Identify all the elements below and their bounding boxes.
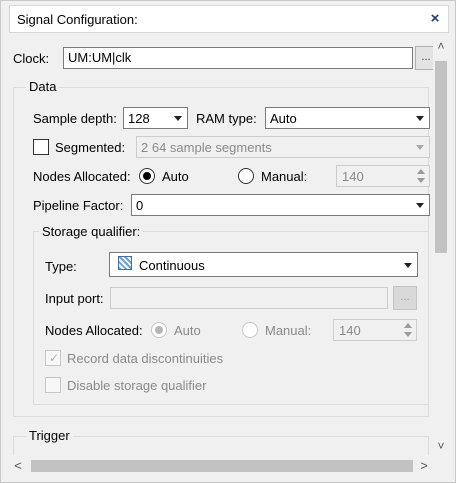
clock-field[interactable]: UM:UM|clk (63, 47, 413, 69)
record-discontinuities-label: Record data discontinuities (67, 351, 224, 366)
scroll-down-icon[interactable]: ˅ (435, 439, 447, 453)
continuous-pattern-icon (118, 256, 132, 270)
segmented-label: Segmented: (55, 140, 126, 155)
nodes-auto-radio[interactable] (139, 168, 155, 184)
chevron-down-icon (404, 263, 412, 268)
spin-up-icon (404, 323, 412, 328)
sample-depth-select[interactable]: 128 (123, 107, 188, 129)
pipeline-factor-select[interactable]: 0 (131, 194, 430, 216)
spin-down-icon (417, 178, 425, 183)
radio-selected-dot (143, 172, 151, 180)
radio-selected-dot (155, 326, 163, 334)
signal-configuration-panel: Signal Configuration: × Clock: UM:UM|clk… (0, 0, 456, 483)
input-port-field[interactable] (110, 287, 388, 309)
segmented-value: 2 64 sample segments (141, 140, 272, 155)
spin-up-icon (417, 169, 425, 174)
data-group-title: Data (26, 79, 60, 94)
input-port-browse-button[interactable]: ... (393, 286, 417, 310)
sample-depth-label: Sample depth: (33, 111, 117, 126)
storage-qualifier-title: Storage qualifier: (39, 224, 144, 239)
pipeline-factor-label: Pipeline Factor: (33, 198, 124, 213)
input-port-label: Input port: (45, 291, 104, 306)
spin-down-icon (404, 332, 412, 337)
panel-title: Signal Configuration: (17, 12, 138, 27)
disable-storage-qualifier-checkbox[interactable] (45, 377, 61, 393)
storage-type-value: Continuous (139, 258, 205, 273)
sq-nodes-manual-value: 140 (339, 323, 361, 338)
segmented-select[interactable]: 2 64 sample segments (136, 136, 430, 158)
clock-browse-button[interactable]: ... (415, 46, 433, 70)
chevron-down-icon (416, 116, 424, 121)
storage-type-label: Type: (45, 259, 77, 274)
nodes-allocated-label: Nodes Allocated: (33, 169, 131, 184)
trigger-groupbox (13, 436, 429, 455)
record-discontinuities-checkbox[interactable]: ✓ (45, 350, 61, 366)
scroll-left-icon[interactable]: < (11, 458, 25, 474)
trigger-group-title: Trigger (26, 428, 73, 443)
nodes-manual-radio[interactable] (238, 168, 254, 184)
scroll-up-icon[interactable]: ˄ (435, 39, 447, 53)
segmented-checkbox[interactable] (33, 139, 49, 155)
sq-nodes-allocated-label: Nodes Allocated: (45, 323, 143, 338)
sq-nodes-manual-spinner[interactable]: 140 (333, 319, 417, 341)
chevron-down-icon (416, 145, 424, 150)
nodes-manual-label: Manual: (261, 169, 308, 184)
sq-nodes-auto-label: Auto (174, 323, 201, 338)
sq-nodes-auto-radio[interactable] (151, 322, 167, 338)
ram-type-label: RAM type: (196, 111, 257, 126)
spinner-arrows[interactable] (414, 167, 428, 185)
chevron-down-icon (416, 203, 424, 208)
checkmark-icon: ✓ (49, 351, 60, 365)
vertical-scrollbar[interactable]: ˄ ˅ (433, 35, 449, 455)
close-icon[interactable]: × (426, 10, 444, 28)
storage-type-select[interactable]: Continuous (109, 252, 418, 277)
sq-nodes-manual-radio[interactable] (242, 322, 258, 338)
vertical-scroll-thumb[interactable] (435, 61, 447, 253)
ram-type-value: Auto (270, 111, 297, 126)
scroll-right-icon[interactable]: > (417, 458, 431, 474)
nodes-auto-label: Auto (162, 169, 189, 184)
sample-depth-value: 128 (128, 111, 150, 126)
sq-nodes-manual-label: Manual: (265, 323, 312, 338)
pipeline-factor-value: 0 (136, 198, 144, 213)
horizontal-scroll-thumb[interactable] (31, 460, 413, 472)
panel-content: Clock: UM:UM|clk ... Data Sample depth: … (9, 35, 433, 455)
spinner-arrows[interactable] (401, 321, 415, 339)
chevron-down-icon (174, 116, 182, 121)
nodes-manual-spinner[interactable]: 140 (336, 165, 430, 187)
panel-titlebar: Signal Configuration: × (9, 5, 449, 33)
nodes-manual-value: 140 (342, 169, 364, 184)
ram-type-select[interactable]: Auto (265, 107, 430, 129)
clock-label: Clock: (13, 51, 50, 66)
horizontal-scrollbar[interactable]: < > (9, 457, 433, 475)
disable-storage-qualifier-label: Disable storage qualifier (67, 378, 207, 393)
